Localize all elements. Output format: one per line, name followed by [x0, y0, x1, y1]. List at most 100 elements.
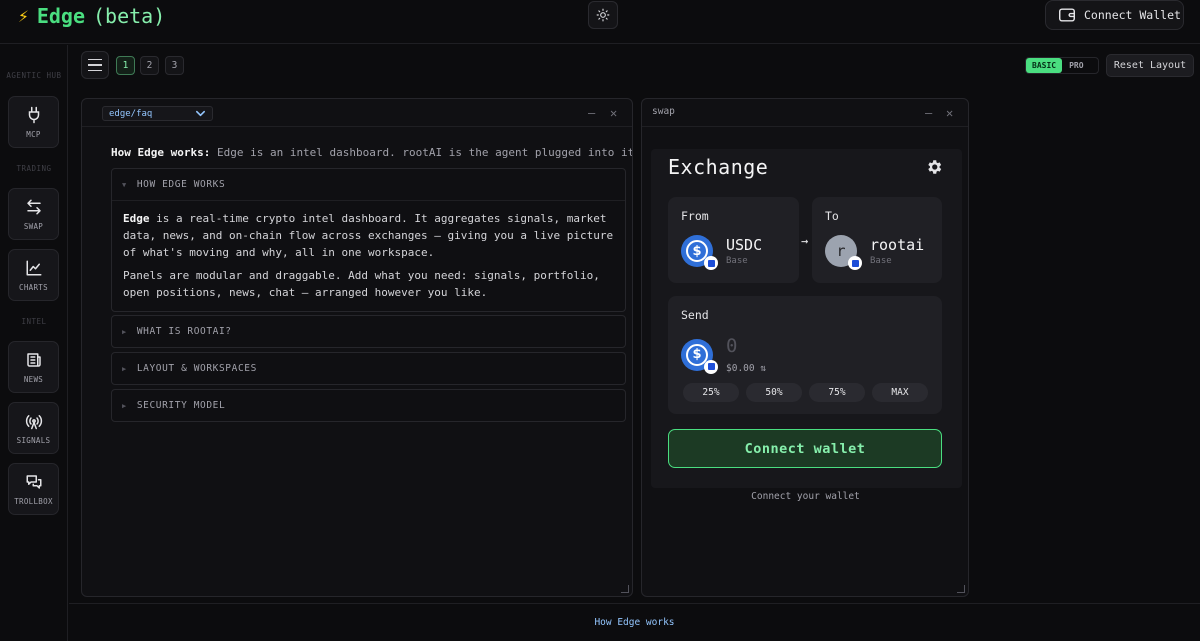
minimize-icon[interactable]: – [925, 106, 932, 120]
antenna-icon [25, 414, 42, 429]
swap-panel: swap – ✕ Exchange From $ USDC Base → To … [641, 98, 969, 597]
mode-toggle[interactable]: BASIC PRO [1025, 57, 1099, 74]
workspace-tab-1[interactable]: 1 [116, 56, 135, 75]
accordion-header[interactable]: ▶ LAYOUT & WORKSPACES [112, 353, 625, 384]
sidebar-item-label: CHARTS [19, 282, 48, 292]
sidebar-item-label: NEWS [23, 374, 44, 384]
beta-tag: (beta) [93, 4, 166, 28]
base-chain-icon [848, 256, 862, 270]
percent-50-button[interactable]: 50% [746, 383, 802, 402]
send-label: Send [681, 308, 709, 322]
resize-handle[interactable] [621, 585, 629, 593]
accordion-title: SECURITY MODEL [136, 400, 226, 411]
workspace-toolbar: 1 2 3 BASIC PRO Reset Layout [69, 45, 1200, 88]
connect-wallet-button[interactable]: Connect Wallet [1045, 0, 1184, 30]
connect-wallet-label: Connect Wallet [1084, 8, 1181, 22]
mode-basic[interactable]: BASIC [1026, 58, 1063, 73]
base-chain-icon [704, 359, 718, 374]
swap-arrows-icon [26, 199, 41, 214]
faq-section-layout[interactable]: ▶ LAYOUT & WORKSPACES [111, 352, 626, 385]
sidebar-item-label: MCP [26, 129, 41, 139]
sidebar-item-trollbox[interactable]: TROLLBOX [8, 463, 59, 515]
accordion-title: WHAT IS ROOTAI? [136, 326, 232, 337]
minimize-icon[interactable]: – [588, 106, 595, 120]
reset-layout-button[interactable]: Reset Layout [1106, 54, 1194, 77]
accordion-title: LAYOUT & WORKSPACES [136, 363, 257, 374]
to-token: r rootai Base [825, 235, 924, 270]
avatar-letter: r [836, 242, 846, 260]
sidebar-item-news[interactable]: NEWS [8, 341, 59, 393]
sidebar-item-label: SIGNALS [16, 435, 51, 445]
menu-button[interactable] [81, 51, 109, 79]
footer: How Edge works [69, 603, 1200, 641]
bolt-icon: ⚡ [18, 5, 29, 27]
swap-units-icon[interactable]: ⇅ [760, 363, 766, 374]
route-select[interactable]: edge/faq [102, 106, 213, 121]
percent-max-button[interactable]: MAX [872, 383, 928, 402]
from-token-symbol: USDC [726, 236, 763, 254]
exchange-heading: Exchange [668, 155, 769, 179]
panel-header[interactable]: edge/faq – ✕ [82, 99, 632, 127]
sidebar-item-charts[interactable]: CHARTS [8, 249, 59, 301]
gear-icon[interactable] [925, 158, 943, 176]
close-icon[interactable]: ✕ [610, 106, 617, 120]
faq-panel: edge/faq – ✕ How Edge works: Edge is an … [81, 98, 633, 597]
from-label: From [681, 209, 709, 223]
usd-value: $0.00 ⇅ [726, 363, 767, 374]
mode-pro[interactable]: PRO [1062, 61, 1090, 70]
accordion-header[interactable]: ▶ WHAT IS ROOTAI? [112, 316, 625, 347]
sidebar-item-label: SWAP [23, 221, 44, 231]
close-icon[interactable]: ✕ [946, 106, 953, 120]
percent-75-button[interactable]: 75% [809, 383, 865, 402]
faq-section-security[interactable]: ▶ SECURITY MODEL [111, 389, 626, 422]
wallet-icon [1059, 8, 1075, 22]
usdc-icon[interactable]: $ [681, 338, 718, 374]
section-trading: TRADING [16, 164, 52, 173]
from-token-box[interactable]: From $ USDC Base [668, 197, 799, 283]
expanded-triangle-icon: ▼ [122, 180, 127, 189]
send-token: $ 0 $0.00 ⇅ [681, 335, 766, 374]
from-token: $ USDC Base [681, 235, 763, 270]
base-chain-icon [704, 256, 718, 270]
menu-icon [88, 58, 102, 61]
body-text: is a real-time crypto intel dashboard. I… [123, 212, 614, 259]
connect-wallet-main-button[interactable]: Connect wallet [668, 429, 942, 468]
faq-section-how-edge-works: ▼ HOW EDGE WORKS Edge is a real-time cry… [111, 168, 626, 312]
rootai-avatar: r [825, 235, 862, 270]
brand[interactable]: ⚡ Edge (beta) [18, 4, 165, 28]
accordion-header[interactable]: ▼ HOW EDGE WORKS [112, 169, 625, 200]
sidebar-item-mcp[interactable]: MCP [8, 96, 59, 148]
faq-intro-title: How Edge works: [111, 146, 211, 159]
swap-card: Exchange From $ USDC Base → To r rootai … [651, 149, 962, 488]
usdc-icon: $ [681, 235, 718, 270]
amount-input[interactable]: 0 [726, 335, 766, 357]
line-chart-icon [26, 260, 41, 275]
faq-section-what-is-rootai[interactable]: ▶ WHAT IS ROOTAI? [111, 315, 626, 348]
sun-icon [596, 8, 610, 22]
collapsed-triangle-icon: ▶ [122, 401, 127, 410]
faq-intro: How Edge works: Edge is an intel dashboa… [111, 146, 633, 159]
app-name: Edge [36, 4, 86, 28]
footer-link[interactable]: How Edge works [594, 617, 674, 628]
percent-25-button[interactable]: 25% [683, 383, 739, 402]
sidebar-item-signals[interactable]: SIGNALS [8, 402, 59, 454]
top-bar: ⚡ Edge (beta) Connect Wallet [0, 0, 1200, 44]
sidebar-item-swap[interactable]: SWAP [8, 188, 59, 240]
workspace-tab-2[interactable]: 2 [140, 56, 159, 75]
to-token-box[interactable]: To r rootai Base [812, 197, 942, 283]
arrow-right-icon[interactable]: → [801, 234, 808, 248]
chat-bubbles-icon [26, 474, 41, 489]
section-agentic-hub: AGENTIC HUB [6, 71, 62, 80]
faq-intro-text: Edge is an intel dashboard. rootAI is th… [216, 146, 633, 159]
collapsed-triangle-icon: ▶ [122, 327, 127, 336]
workspace-tab-3[interactable]: 3 [165, 56, 184, 75]
theme-toggle-button[interactable] [588, 1, 618, 29]
to-label: To [825, 209, 839, 223]
resize-handle[interactable] [957, 585, 965, 593]
from-token-chain: Base [726, 256, 748, 266]
accordion-header[interactable]: ▶ SECURITY MODEL [112, 390, 625, 421]
connect-hint: Connect your wallet [751, 491, 860, 502]
body-paragraph: Panels are modular and draggable. Add wh… [123, 269, 600, 299]
panel-header[interactable]: swap – ✕ [642, 99, 968, 127]
body-paragraph: Edge is a real-time crypto intel dashboa… [123, 210, 614, 261]
